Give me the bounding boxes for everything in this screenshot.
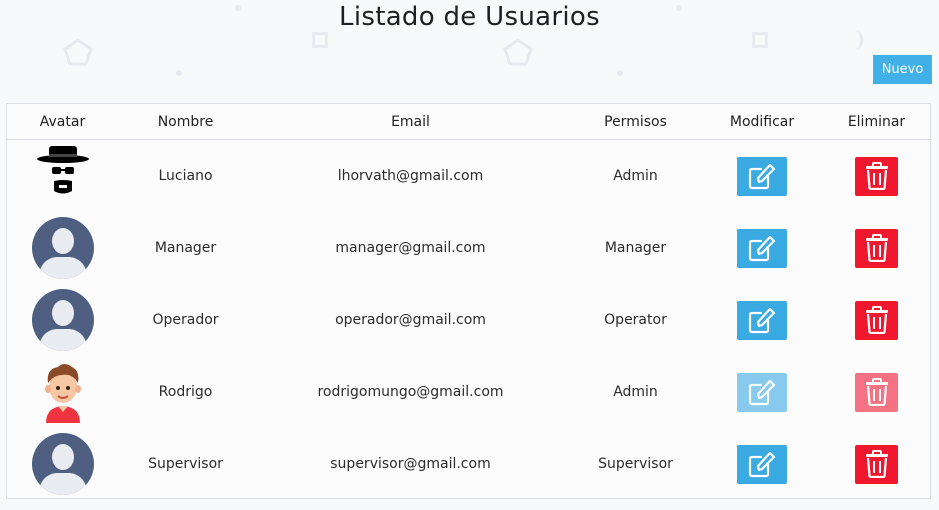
user-name: Operador: [152, 312, 219, 328]
user-permission: Supervisor: [598, 456, 673, 472]
user-email: lhorvath@gmail.com: [337, 168, 484, 184]
header-eliminar: Eliminar: [821, 104, 932, 140]
trash-icon: [865, 450, 888, 478]
users-table-container: Avatar Nombre Email Permisos Modificar E…: [6, 103, 932, 500]
edit-icon: [748, 307, 776, 334]
trash-icon: [865, 378, 888, 406]
delete-button[interactable]: [855, 444, 898, 484]
default-user-avatar: [31, 433, 94, 495]
user-email: manager@gmail.com: [335, 240, 486, 256]
user-email: rodrigomungo@gmail.com: [317, 384, 504, 400]
trash-icon: [865, 162, 888, 190]
cartoon-boy-avatar: [44, 364, 81, 423]
header-email: Email: [253, 104, 568, 140]
modify-cell: [703, 284, 821, 356]
background-square: [752, 32, 768, 48]
table-row: Supervisor supervisor@gmail.com Supervis…: [7, 428, 932, 500]
user-name: Supervisor: [148, 456, 223, 472]
user-email: supervisor@gmail.com: [330, 456, 491, 472]
avatar-cell: [7, 140, 118, 213]
user-permission: Operator: [604, 312, 667, 328]
delete-button[interactable]: [855, 156, 898, 196]
header-modificar: Modificar: [703, 104, 821, 140]
background-dot: [176, 70, 182, 76]
table-row: Luciano lhorvath@gmail.com Admin: [7, 140, 932, 213]
delete-button[interactable]: [855, 228, 898, 268]
avatar-cell: [7, 212, 118, 284]
edit-icon: [748, 379, 776, 406]
heisenberg-avatar: [36, 146, 89, 194]
edit-button[interactable]: [737, 228, 787, 268]
user-permission: Admin: [613, 168, 658, 184]
header-permisos: Permisos: [568, 104, 703, 140]
trash-icon: [865, 234, 888, 262]
delete-cell: [821, 140, 932, 213]
header-avatar: Avatar: [7, 104, 118, 140]
edit-button[interactable]: [737, 300, 787, 340]
background-dot: [617, 70, 623, 76]
delete-cell: [821, 212, 932, 284]
edit-button[interactable]: [737, 444, 787, 484]
table-row: Rodrigo rodrigomungo@gmail.com Admin: [7, 356, 932, 428]
table-row: Manager manager@gmail.com Manager: [7, 212, 932, 284]
table-header-row: Avatar Nombre Email Permisos Modificar E…: [7, 104, 932, 140]
trash-icon: [865, 306, 888, 334]
background-pentagon: [63, 38, 93, 66]
avatar-cell: [7, 284, 118, 356]
delete-cell: [821, 356, 932, 428]
user-permission: Admin: [613, 384, 658, 400]
page: Listado de Usuarios Nuevo Avatar Nombre …: [0, 0, 939, 510]
user-name: Manager: [154, 240, 217, 256]
modify-cell: [703, 140, 821, 213]
page-title: Listado de Usuarios: [339, 2, 600, 32]
modify-cell: [703, 212, 821, 284]
delete-cell: [821, 428, 932, 500]
user-name: Luciano: [158, 168, 213, 184]
delete-button[interactable]: [855, 372, 898, 412]
edit-icon: [748, 451, 776, 478]
avatar-cell: [7, 356, 118, 428]
edit-button[interactable]: [737, 156, 787, 196]
background-pentagon: [503, 38, 533, 66]
background-square: [312, 32, 328, 48]
edit-button[interactable]: [737, 372, 787, 412]
user-name: Rodrigo: [158, 384, 213, 400]
modify-cell: [703, 356, 821, 428]
modify-cell: [703, 428, 821, 500]
new-user-button[interactable]: Nuevo: [873, 55, 932, 84]
default-user-avatar: [31, 217, 94, 279]
users-table: Avatar Nombre Email Permisos Modificar E…: [7, 104, 932, 500]
edit-icon: [748, 163, 776, 190]
user-permission: Manager: [604, 240, 667, 256]
edit-icon: [748, 235, 776, 262]
header-nombre: Nombre: [118, 104, 253, 140]
table-row: Operador operador@gmail.com Operator: [7, 284, 932, 356]
delete-cell: [821, 284, 932, 356]
default-user-avatar: [31, 289, 94, 351]
background-arc: [846, 30, 863, 50]
avatar-cell: [7, 428, 118, 500]
delete-button[interactable]: [855, 300, 898, 340]
user-email: operador@gmail.com: [335, 312, 486, 328]
